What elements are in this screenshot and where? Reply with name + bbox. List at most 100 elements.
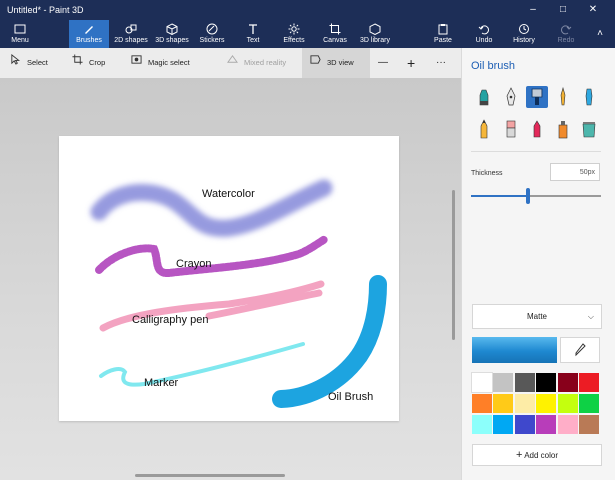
- color-swatch[interactable]: [579, 373, 599, 392]
- color-swatch[interactable]: [472, 415, 492, 434]
- eraser-icon: [500, 120, 522, 144]
- color-swatch[interactable]: [536, 415, 557, 434]
- 3d-view-button[interactable]: 3D view: [302, 48, 370, 78]
- brush-icon: [69, 23, 109, 37]
- spray-can-tool[interactable]: [552, 118, 574, 140]
- tab-canvas[interactable]: Canvas: [320, 20, 350, 48]
- calligraphy-pen-tool[interactable]: [500, 86, 522, 108]
- color-swatch[interactable]: [493, 373, 514, 392]
- color-swatch[interactable]: [514, 394, 535, 413]
- color-swatch[interactable]: [471, 372, 493, 393]
- drawing-canvas[interactable]: Watercolor Crayon Calligraphy pen Marker…: [59, 136, 399, 421]
- tab-2d-shapes[interactable]: 2D shapes: [111, 20, 151, 48]
- add-color-button[interactable]: + Add color: [472, 444, 602, 466]
- tab-stickers[interactable]: Stickers: [195, 20, 229, 48]
- tab-text[interactable]: Text: [238, 20, 268, 48]
- spray-can-icon: [552, 121, 574, 144]
- tab-brushes[interactable]: Brushes: [69, 20, 109, 48]
- finish-dropdown[interactable]: Matte ⌵: [472, 304, 602, 329]
- oil-brush-tool[interactable]: [526, 86, 548, 108]
- more-options-button[interactable]: ···: [436, 48, 446, 78]
- color-swatch[interactable]: [579, 415, 599, 434]
- color-swatch[interactable]: [514, 415, 535, 434]
- eyedropper-button[interactable]: [560, 337, 600, 363]
- current-color-swatch[interactable]: [472, 337, 557, 363]
- thickness-slider-fill: [471, 195, 529, 197]
- magic-select-label: Magic select: [148, 58, 190, 67]
- window-title: Untitled* - Paint 3D: [7, 5, 84, 15]
- marker-icon: [473, 89, 495, 112]
- thickness-input[interactable]: 50px: [550, 163, 600, 181]
- maximize-button[interactable]: □: [550, 0, 576, 20]
- zoom-out-button[interactable]: —: [378, 48, 388, 78]
- undo-icon: [470, 23, 498, 37]
- crayon-icon: [526, 120, 548, 144]
- add-color-label: Add color: [524, 451, 558, 460]
- color-swatch[interactable]: [493, 415, 514, 434]
- color-swatch[interactable]: [514, 373, 535, 392]
- color-swatch[interactable]: [557, 373, 578, 392]
- eraser-tool[interactable]: [500, 118, 522, 140]
- sticker-icon: [195, 23, 229, 37]
- workspace: Watercolor Crayon Calligraphy pen Marker…: [0, 78, 461, 480]
- redo-icon: [552, 23, 580, 37]
- color-swatch[interactable]: [557, 394, 578, 413]
- crop-button[interactable]: Crop: [72, 48, 105, 78]
- finish-value: Matte: [526, 312, 547, 321]
- color-swatch[interactable]: [579, 394, 599, 413]
- magic-select-button[interactable]: Magic select: [131, 48, 190, 78]
- redo-label: Redo: [557, 37, 575, 44]
- color-swatch[interactable]: [536, 394, 557, 413]
- crop-label: Crop: [89, 58, 106, 67]
- paste-label: Paste: [434, 37, 452, 44]
- select-button[interactable]: Select: [10, 48, 48, 78]
- fill-bucket-tool[interactable]: [578, 118, 600, 140]
- history-label: History: [513, 37, 535, 44]
- magic-select-icon: [131, 48, 142, 78]
- marker-tool[interactable]: [473, 86, 495, 108]
- mixed-reality-icon: [227, 48, 238, 78]
- vertical-scrollbar[interactable]: [452, 190, 455, 340]
- menu-label: Menu: [11, 37, 29, 44]
- crayon-tool[interactable]: [526, 118, 548, 140]
- canvas-icon: [320, 23, 350, 37]
- close-button[interactable]: ✕: [580, 0, 606, 20]
- paste-button[interactable]: Paste: [428, 20, 458, 48]
- cube-icon: [152, 23, 192, 37]
- pixel-pen-icon: [578, 88, 600, 112]
- library-3d-icon: [357, 23, 393, 37]
- redo-button[interactable]: Redo: [552, 20, 580, 48]
- history-button[interactable]: History: [509, 20, 539, 48]
- pixel-pen-tool[interactable]: [578, 86, 600, 108]
- tab-3d-shapes[interactable]: 3D shapes: [152, 20, 192, 48]
- watercolor-label: Watercolor: [202, 188, 255, 200]
- collapse-ribbon-button[interactable]: ˄: [590, 20, 610, 48]
- calligraphy-pen-icon: [500, 87, 522, 112]
- crayon-label: Crayon: [176, 258, 212, 270]
- horizontal-scrollbar[interactable]: [135, 474, 285, 477]
- tab-3d-library[interactable]: 3D library: [357, 20, 393, 48]
- tab-stickers-label: Stickers: [199, 37, 225, 44]
- shapes-2d-icon: [111, 23, 151, 37]
- color-swatch[interactable]: [557, 415, 578, 434]
- fill-bucket-icon: [578, 122, 600, 144]
- history-icon: [509, 23, 539, 37]
- minimize-button[interactable]: –: [520, 0, 546, 20]
- watercolor-icon: [552, 86, 574, 112]
- undo-button[interactable]: Undo: [470, 20, 498, 48]
- zoom-in-button[interactable]: +: [407, 48, 415, 78]
- pencil-tool[interactable]: [473, 118, 495, 140]
- menu-button[interactable]: Menu: [2, 20, 38, 48]
- watercolor-tool[interactable]: [552, 86, 574, 108]
- 3d-view-icon: [310, 48, 321, 78]
- tab-effects[interactable]: Effects: [278, 20, 310, 48]
- color-swatch[interactable]: [493, 394, 514, 413]
- chevron-down-icon: ⌵: [587, 312, 594, 321]
- plus-icon: +: [515, 449, 523, 461]
- color-swatch[interactable]: [472, 394, 492, 413]
- color-swatch[interactable]: [536, 373, 557, 392]
- thickness-slider-thumb[interactable]: [526, 188, 531, 204]
- marker-stroke: [99, 342, 305, 387]
- mixed-reality-button[interactable]: Mixed reality: [227, 48, 286, 78]
- ribbon: Menu Brushes 2D shapes 3D shapes Sticker…: [0, 20, 615, 48]
